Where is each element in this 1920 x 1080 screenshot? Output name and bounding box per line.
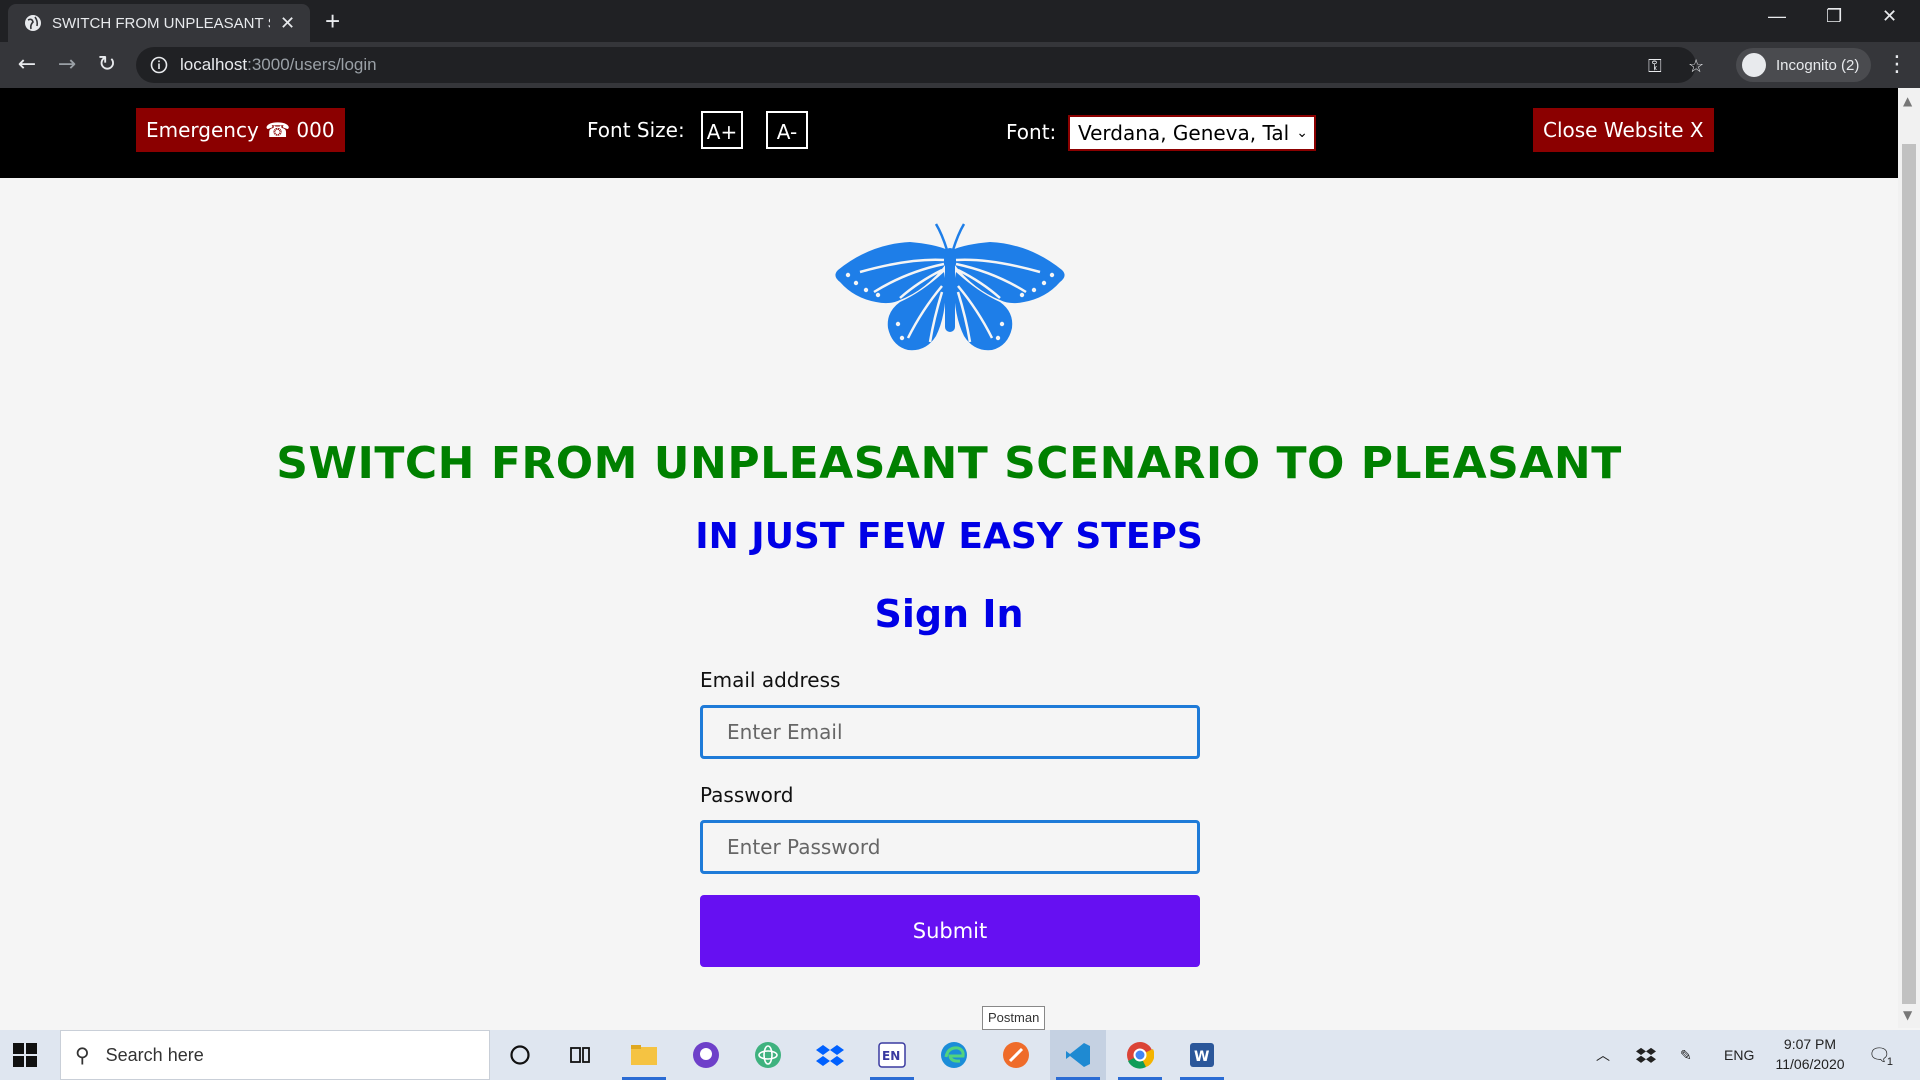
taskbar-search[interactable]: ⚲ Search here [60,1030,490,1080]
tab-title: SWITCH FROM UNPLEASANT SC [52,14,270,32]
taskbar: ⚲ Search here EN W ︿ ✎ ENG 9:07 PM 11/06… [0,1030,1920,1080]
tray-dropbox-icon[interactable] [1636,1030,1656,1080]
windows-start-icon[interactable] [12,1042,38,1068]
font-size-label: Font Size: [587,118,685,142]
postman-tooltip: Postman [982,1006,1046,1030]
page-scrollbar[interactable]: ▲ ▼ [1898,88,1920,1028]
github-desktop-icon[interactable] [678,1030,734,1080]
clock-time: 9:07 PM [1783,1036,1837,1052]
page-subheadline: IN JUST FEW EASY STEPS [695,516,1203,557]
globe-icon [25,15,41,31]
clock[interactable]: 9:07 PM 11/06/2020 [1760,1034,1860,1074]
font-label: Font: [1006,120,1057,144]
email-field[interactable] [700,705,1200,759]
forward-icon[interactable]: → [54,52,80,78]
font-select[interactable]: Verdana, Geneva, Tal ⌄ [1068,115,1316,151]
close-website-button[interactable]: Close Website X [1533,108,1714,152]
incognito-label: Incognito (2) [1776,56,1860,74]
clock-date: 11/06/2020 [1775,1056,1845,1072]
notification-count: 1 [1886,1056,1893,1068]
font-decrease-button[interactable]: A- [766,111,808,149]
key-icon[interactable]: ⚿ [1648,56,1662,77]
postman-icon[interactable] [988,1030,1044,1080]
search-icon: ⚲ [75,1044,90,1067]
scroll-up-icon[interactable]: ▲ [1903,94,1912,108]
cortana-icon[interactable] [492,1030,548,1080]
password-field[interactable] [700,820,1200,874]
emergency-button[interactable]: Emergency ☎ 000 [136,108,345,152]
vscode-icon[interactable] [1050,1030,1106,1080]
form-title: Sign In [874,592,1024,636]
browser-tab-strip: SWITCH FROM UNPLEASANT SC ✕ + — ❐ ✕ [0,0,1920,42]
font-increase-button[interactable]: A+ [701,111,743,149]
scroll-down-icon[interactable]: ▼ [1903,1008,1912,1022]
back-icon[interactable]: ← [14,52,40,78]
tab-close-icon[interactable]: ✕ [280,13,295,34]
butterfly-logo [835,223,1065,351]
svg-text:EN: EN [882,1049,900,1063]
incognito-icon [1742,53,1766,77]
taskbar-search-placeholder: Search here [105,1044,204,1065]
minimize-icon[interactable]: — [1768,6,1786,27]
language-en-icon[interactable]: EN [864,1030,920,1080]
edge-icon[interactable] [926,1030,982,1080]
menu-kebab-icon[interactable]: ⋮ [1886,52,1908,77]
reload-icon[interactable]: ↻ [94,52,120,78]
font-select-value: Verdana, Geneva, Tal [1078,121,1290,145]
browser-tab[interactable]: SWITCH FROM UNPLEASANT SC ✕ [8,4,310,42]
email-label: Email address [700,668,841,692]
url-path: :3000/users/login [247,55,377,74]
new-tab-button[interactable]: + [325,6,340,37]
chrome-icon[interactable] [1112,1030,1168,1080]
password-label: Password [700,783,794,807]
restore-icon[interactable]: ❐ [1826,6,1842,27]
tray-chevron-icon[interactable]: ︿ [1596,1030,1610,1080]
svg-text:W: W [1194,1049,1209,1065]
task-view-icon[interactable] [552,1030,608,1080]
window-close-icon[interactable]: ✕ [1882,6,1897,27]
notifications-icon[interactable]: 🗨 1 [1868,1030,1893,1080]
browser-toolbar: ← → ↻ localhost:3000/users/login ⚿ ☆ Inc… [0,42,1920,88]
incognito-badge[interactable]: Incognito (2) [1736,48,1872,82]
pen-icon[interactable]: ✎ [1680,1030,1692,1080]
scroll-thumb[interactable] [1902,144,1916,1004]
star-icon[interactable]: ☆ [1688,56,1704,77]
atom-icon[interactable] [740,1030,796,1080]
dropbox-icon[interactable] [802,1030,858,1080]
page-headline: SWITCH FROM UNPLEASANT SCENARIO TO PLEAS… [276,438,1622,489]
file-explorer-icon[interactable] [616,1030,672,1080]
chevron-down-icon: ⌄ [1296,125,1308,141]
url-host: localhost [180,55,248,74]
language-indicator[interactable]: ENG [1724,1030,1754,1080]
address-bar[interactable]: localhost:3000/users/login ⚿ ☆ [136,47,1704,83]
info-icon[interactable] [150,56,168,74]
submit-button[interactable]: Submit [700,895,1200,967]
accessibility-bar: Emergency ☎ 000 Font Size: A+ A- Font: V… [0,88,1898,178]
word-icon[interactable]: W [1174,1030,1230,1080]
